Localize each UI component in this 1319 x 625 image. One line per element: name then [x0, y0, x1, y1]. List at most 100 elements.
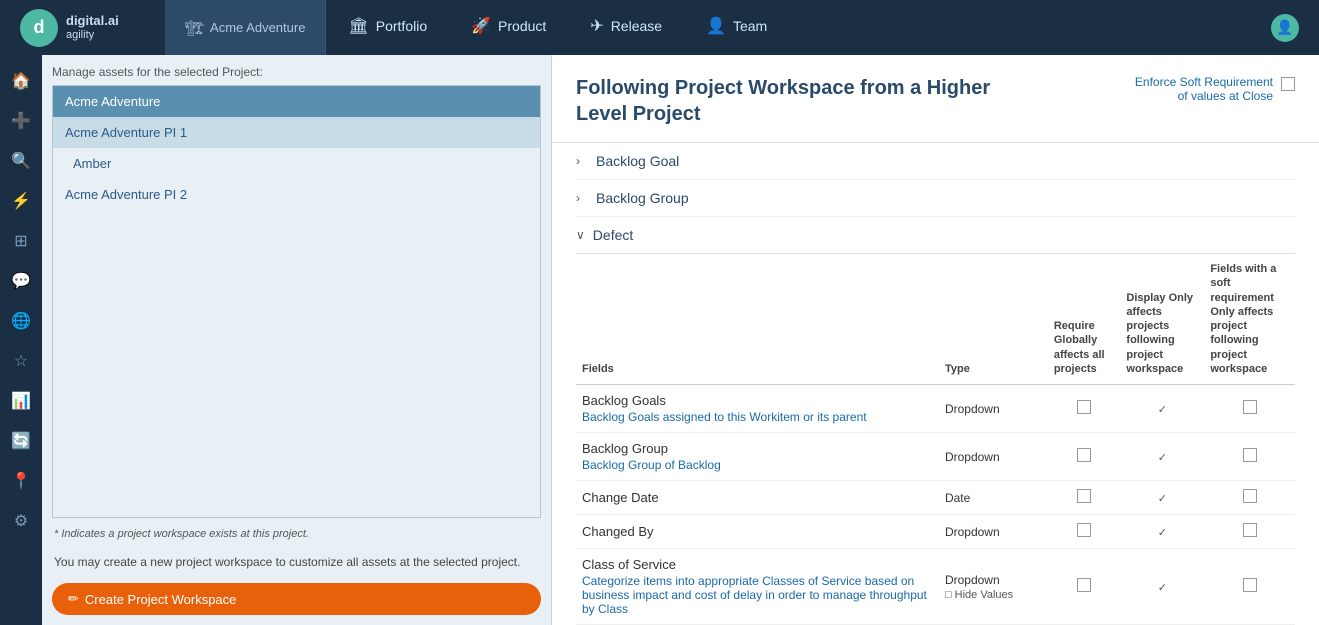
- release-icon: ✈: [590, 16, 603, 36]
- project-list: Acme Adventure Acme Adventure PI 1 Amber…: [52, 85, 541, 518]
- soft-checkbox[interactable]: [1243, 448, 1257, 462]
- top-nav: d digital.ai agility 🏗 Acme Adventure 🏛 …: [0, 0, 1319, 55]
- history-icon[interactable]: 🔄: [5, 425, 37, 457]
- th-display: Display Only affects projects following …: [1120, 254, 1204, 385]
- project-icon: 🏗: [185, 19, 204, 37]
- project-tab[interactable]: 🏗 Acme Adventure: [165, 0, 326, 55]
- portfolio-label: Portfolio: [376, 18, 427, 34]
- defect-label: Defect: [593, 227, 633, 243]
- left-panel: Manage assets for the selected Project: …: [42, 55, 552, 625]
- right-header: Following Project Workspace from a Highe…: [552, 55, 1319, 143]
- field-type: Dropdown: [939, 385, 1048, 433]
- table-row: Changed By Dropdown ✓: [576, 515, 1295, 549]
- table-row: Backlog Group Backlog Group of Backlog D…: [576, 433, 1295, 481]
- star-icon[interactable]: ☆: [5, 345, 37, 377]
- create-note: You may create a new project workspace t…: [52, 550, 541, 575]
- soft-checkbox[interactable]: [1243, 400, 1257, 414]
- table-row: Backlog Goals Backlog Goals assigned to …: [576, 385, 1295, 433]
- settings-icon[interactable]: ⚙: [5, 505, 37, 537]
- chevron-right-icon-2: ›: [576, 191, 588, 205]
- table-row: Class of Service Categorize items into a…: [576, 549, 1295, 625]
- location-icon[interactable]: 📍: [5, 465, 37, 497]
- globe-icon[interactable]: 🌐: [5, 305, 37, 337]
- release-label: Release: [611, 18, 662, 34]
- product-icon: 🚀: [471, 16, 491, 36]
- field-name: Backlog Group: [582, 441, 933, 456]
- search-icon[interactable]: 🔍: [5, 145, 37, 177]
- soft-checkbox[interactable]: [1243, 578, 1257, 592]
- display-check: ✓: [1155, 450, 1169, 464]
- display-check: ✓: [1155, 491, 1169, 505]
- nav-items: 🏛 Portfolio 🚀 Product ✈ Release 👤 Team: [326, 0, 1271, 55]
- field-type: Date: [939, 481, 1048, 515]
- backlog-group-row[interactable]: › Backlog Group: [576, 180, 1295, 217]
- backlog-goal-row[interactable]: › Backlog Goal: [576, 143, 1295, 180]
- enforce-label: Enforce Soft Requirement of values at Cl…: [1125, 75, 1273, 103]
- activity-icon[interactable]: ⚡: [5, 185, 37, 217]
- field-type: Dropdown: [939, 515, 1048, 549]
- soft-checkbox[interactable]: [1243, 489, 1257, 503]
- main-layout: 🏠 ➕ 🔍 ⚡ ⊞ 💬 🌐 ☆ 📊 🔄 📍 ⚙ Manage assets fo…: [0, 55, 1319, 625]
- nav-item-release[interactable]: ✈ Release: [568, 0, 684, 55]
- user-avatar[interactable]: 👤: [1271, 14, 1299, 42]
- field-type: Dropdown: [939, 433, 1048, 481]
- require-checkbox[interactable]: [1077, 489, 1091, 503]
- project-item-1[interactable]: Acme Adventure PI 1: [53, 117, 540, 148]
- backlog-goal-label: Backlog Goal: [596, 153, 679, 169]
- page-title: Following Project Workspace from a Highe…: [576, 75, 1026, 127]
- field-name: Change Date: [582, 490, 933, 505]
- nav-item-portfolio[interactable]: 🏛 Portfolio: [326, 0, 449, 55]
- nav-right: 👤: [1271, 14, 1309, 42]
- field-sub: Categorize items into appropriate Classe…: [582, 574, 933, 616]
- enforce-checkbox[interactable]: [1281, 77, 1295, 91]
- backlog-group-label: Backlog Group: [596, 190, 689, 206]
- th-fields: Fields: [576, 254, 939, 385]
- add-icon[interactable]: ➕: [5, 105, 37, 137]
- th-type: Type: [939, 254, 1048, 385]
- portfolio-icon: 🏛: [348, 16, 368, 36]
- defect-section: ∨ Defect Fields Type Require Globally af…: [552, 217, 1319, 625]
- product-label: Product: [498, 18, 546, 34]
- field-name: Backlog Goals: [582, 393, 933, 408]
- chart-icon[interactable]: 📊: [5, 385, 37, 417]
- defect-header[interactable]: ∨ Defect: [576, 217, 1295, 254]
- require-checkbox[interactable]: [1077, 523, 1091, 537]
- project-tab-label: Acme Adventure: [210, 20, 305, 35]
- panel-label: Manage assets for the selected Project:: [52, 65, 541, 79]
- fields-table: Fields Type Require Globally affects all…: [576, 254, 1295, 625]
- home-icon[interactable]: 🏠: [5, 65, 37, 97]
- workspace-note: * Indicates a project workspace exists a…: [52, 524, 541, 544]
- require-checkbox[interactable]: [1077, 448, 1091, 462]
- display-check: ✓: [1155, 580, 1169, 594]
- project-item-2[interactable]: Amber: [53, 148, 540, 179]
- grid-icon[interactable]: ⊞: [5, 225, 37, 257]
- nav-item-team[interactable]: 👤 Team: [684, 0, 789, 55]
- chevron-down-icon: ∨: [576, 228, 585, 242]
- team-label: Team: [733, 18, 767, 34]
- require-checkbox[interactable]: [1077, 400, 1091, 414]
- field-sub: Backlog Group of Backlog: [582, 458, 933, 472]
- logo-text: digital.ai agility: [66, 13, 119, 42]
- soft-checkbox[interactable]: [1243, 523, 1257, 537]
- field-sub: Backlog Goals assigned to this Workitem …: [582, 410, 933, 424]
- project-item-3[interactable]: Acme Adventure PI 2: [53, 179, 540, 210]
- create-btn-label: Create Project Workspace: [85, 592, 237, 607]
- logo-icon: d: [20, 9, 58, 47]
- backlog-sections: › Backlog Goal › Backlog Group: [552, 143, 1319, 217]
- th-soft: Fields with a soft requirement Only affe…: [1204, 254, 1295, 385]
- project-item-0[interactable]: Acme Adventure: [53, 86, 540, 117]
- team-icon: 👤: [706, 16, 726, 36]
- pencil-icon: ✏: [68, 591, 79, 607]
- content-area: Manage assets for the selected Project: …: [42, 55, 1319, 625]
- chat-icon[interactable]: 💬: [5, 265, 37, 297]
- require-checkbox[interactable]: [1077, 578, 1091, 592]
- right-panel: Following Project Workspace from a Highe…: [552, 55, 1319, 625]
- logo-area: d digital.ai agility: [10, 9, 165, 47]
- chevron-right-icon: ›: [576, 154, 588, 168]
- field-name: Changed By: [582, 524, 933, 539]
- enforce-section: Enforce Soft Requirement of values at Cl…: [1125, 75, 1295, 103]
- table-row: Change Date Date ✓: [576, 481, 1295, 515]
- nav-item-product[interactable]: 🚀 Product: [449, 0, 568, 55]
- create-workspace-button[interactable]: ✏ Create Project Workspace: [52, 583, 541, 615]
- display-check: ✓: [1155, 525, 1169, 539]
